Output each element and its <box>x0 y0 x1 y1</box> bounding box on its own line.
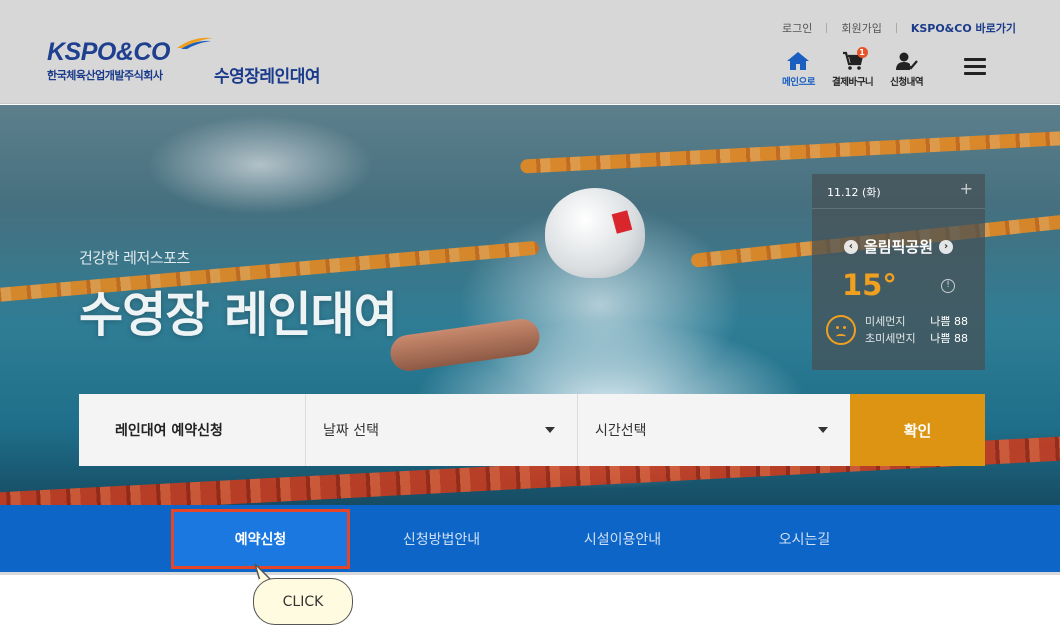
reservation-bar: 레인대여 예약신청 날짜 선택 시간선택 확인 <box>79 394 985 466</box>
hamburger-icon[interactable] <box>964 58 986 76</box>
weather-temperature: 15° <box>842 268 897 302</box>
fine-dust-value: 나쁨 88 <box>930 315 968 328</box>
divider <box>812 208 985 209</box>
quick-home[interactable]: 메인으로 <box>782 50 815 88</box>
site-header: KSPO&CO 한국체육산업개발주식회사 수영장레인대여 로그인 회원가입 KS… <box>0 0 1060 104</box>
reservation-label: 레인대여 예약신청 <box>79 394 306 466</box>
weather-location-name: 올림픽공원 <box>863 238 933 256</box>
login-link[interactable]: 로그인 <box>782 20 812 36</box>
quick-cart[interactable]: 1 결제바구니 <box>831 47 874 88</box>
sad-face-icon <box>826 315 856 345</box>
info-icon[interactable]: ! <box>941 279 955 293</box>
lane-rope <box>520 130 1060 174</box>
hero-title: 수영장 레인대여 <box>79 287 398 343</box>
user-check-icon <box>894 50 920 72</box>
click-callout: CLICK <box>253 578 353 625</box>
weather-location: ‹ 올림픽공원 › <box>812 236 985 257</box>
utility-links: 로그인 회원가입 KSPO&CO 바로가기 <box>782 20 1016 36</box>
swimmer-cap <box>545 188 645 278</box>
time-select-value: 시간선택 <box>595 423 647 439</box>
logo-swoosh-icon <box>177 37 213 49</box>
kspo-site-link[interactable]: KSPO&CO 바로가기 <box>911 20 1016 36</box>
divider <box>826 23 828 33</box>
cart-icon: 1 <box>840 47 868 72</box>
plus-icon[interactable]: + <box>960 179 973 198</box>
hero-subtitle: 건강한 레저스포츠 <box>79 249 190 267</box>
logo-company-name: 한국체육산업개발주식회사 <box>47 69 163 82</box>
kspo-logo[interactable]: KSPO&CO 한국체육산업개발주식회사 <box>47 34 222 86</box>
date-select-value: 날짜 선택 <box>323 423 379 439</box>
ultrafine-dust-label: 초미세먼지 <box>865 332 916 345</box>
quick-history-label: 신청내역 <box>890 77 924 88</box>
air-quality: 미세먼지 나쁨 88 초미세먼지 나쁨 88 <box>865 313 968 347</box>
nav-reservation[interactable]: 예약신청 <box>171 509 350 569</box>
nav-facility-guide[interactable]: 시설이용안내 <box>534 505 711 573</box>
divider <box>0 572 1060 575</box>
fine-dust-label: 미세먼지 <box>865 315 906 328</box>
quick-cart-label: 결제바구니 <box>831 77 874 88</box>
caret-down-icon <box>545 427 555 433</box>
main-nav: 예약신청 신청방법안내 시설이용안내 오시는길 <box>0 505 1060 573</box>
swimmer-arm <box>388 316 542 374</box>
service-title: 수영장레인대여 <box>214 67 320 87</box>
nav-directions[interactable]: 오시는길 <box>716 505 893 573</box>
divider <box>895 23 897 33</box>
quick-history[interactable]: 신청내역 <box>890 50 924 88</box>
weather-widget: 11.12 (화) + ‹ 올림픽공원 › 15° ! 미세먼지 나쁨 88 초미… <box>812 174 985 370</box>
signup-link[interactable]: 회원가입 <box>841 20 881 36</box>
quick-menu: 메인으로 1 결제바구니 신청내역 <box>782 47 940 88</box>
caret-down-icon <box>818 427 828 433</box>
weather-date: 11.12 (화) <box>827 186 881 199</box>
hero-banner: 건강한 레저스포츠 수영장 레인대여 11.12 (화) + ‹ 올림픽공원 ›… <box>0 105 1060 505</box>
chevron-right-icon[interactable]: › <box>939 239 953 254</box>
time-select[interactable]: 시간선택 <box>578 394 850 466</box>
quick-home-label: 메인으로 <box>782 77 815 88</box>
nav-how-to-apply[interactable]: 신청방법안내 <box>353 505 530 573</box>
home-icon <box>785 50 811 72</box>
ultrafine-dust-value: 나쁨 88 <box>930 332 968 345</box>
logo-wordmark: KSPO&CO <box>47 38 170 66</box>
chevron-left-icon[interactable]: ‹ <box>843 239 858 254</box>
date-select[interactable]: 날짜 선택 <box>306 394 578 466</box>
confirm-button[interactable]: 확인 <box>850 394 985 466</box>
cart-count-badge: 1 <box>856 47 868 58</box>
